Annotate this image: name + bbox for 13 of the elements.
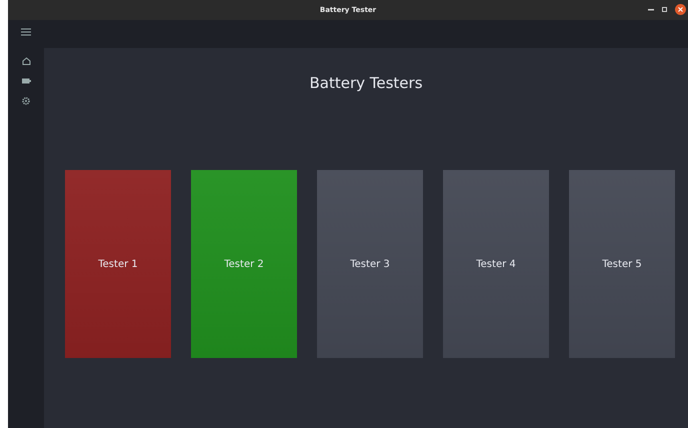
settings-icon[interactable] xyxy=(22,97,30,105)
close-icon[interactable] xyxy=(675,4,686,15)
page-heading: Battery Testers xyxy=(309,74,423,92)
tester-card[interactable]: Tester 5 xyxy=(569,170,675,358)
battery-icon[interactable] xyxy=(22,78,30,84)
maximize-icon[interactable] xyxy=(662,7,667,12)
tester-card[interactable]: Tester 3 xyxy=(317,170,423,358)
minimize-icon[interactable] xyxy=(648,8,654,10)
tester-card[interactable]: Tester 4 xyxy=(443,170,549,358)
menu-icon[interactable] xyxy=(21,28,31,36)
home-icon[interactable] xyxy=(22,57,30,65)
tester-card[interactable]: Tester 2 xyxy=(191,170,297,358)
tester-card[interactable]: Tester 1 xyxy=(65,170,171,358)
